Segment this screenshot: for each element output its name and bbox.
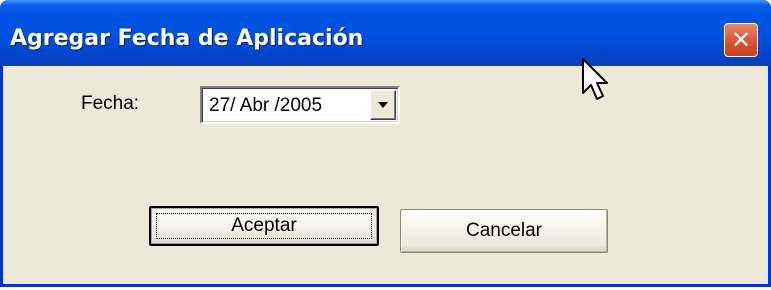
title-bar[interactable]: Agregar Fecha de Aplicación ✕ <box>0 0 771 66</box>
date-label: Fecha: <box>81 93 140 114</box>
chevron-down-icon <box>378 102 388 108</box>
close-button[interactable]: ✕ <box>724 23 758 57</box>
dialog-title: Agregar Fecha de Aplicación <box>10 26 364 51</box>
mouse-pointer-icon <box>582 58 608 100</box>
date-dropdown-button[interactable] <box>370 90 396 120</box>
dialog-body: Fecha: 27/ Abr /2005 Aceptar Cancelar <box>3 66 768 284</box>
date-picker[interactable]: 27/ Abr /2005 <box>200 86 400 124</box>
close-icon: ✕ <box>730 26 752 54</box>
dialog-window: Agregar Fecha de Aplicación ✕ Fecha: 27/… <box>0 0 771 287</box>
cancel-button-label: Cancelar <box>465 220 543 241</box>
accept-button-label: Aceptar <box>231 215 297 236</box>
date-value[interactable]: 27/ Abr /2005 <box>209 95 322 117</box>
accept-button[interactable]: Aceptar <box>149 206 379 246</box>
cancel-button[interactable]: Cancelar <box>400 209 608 253</box>
